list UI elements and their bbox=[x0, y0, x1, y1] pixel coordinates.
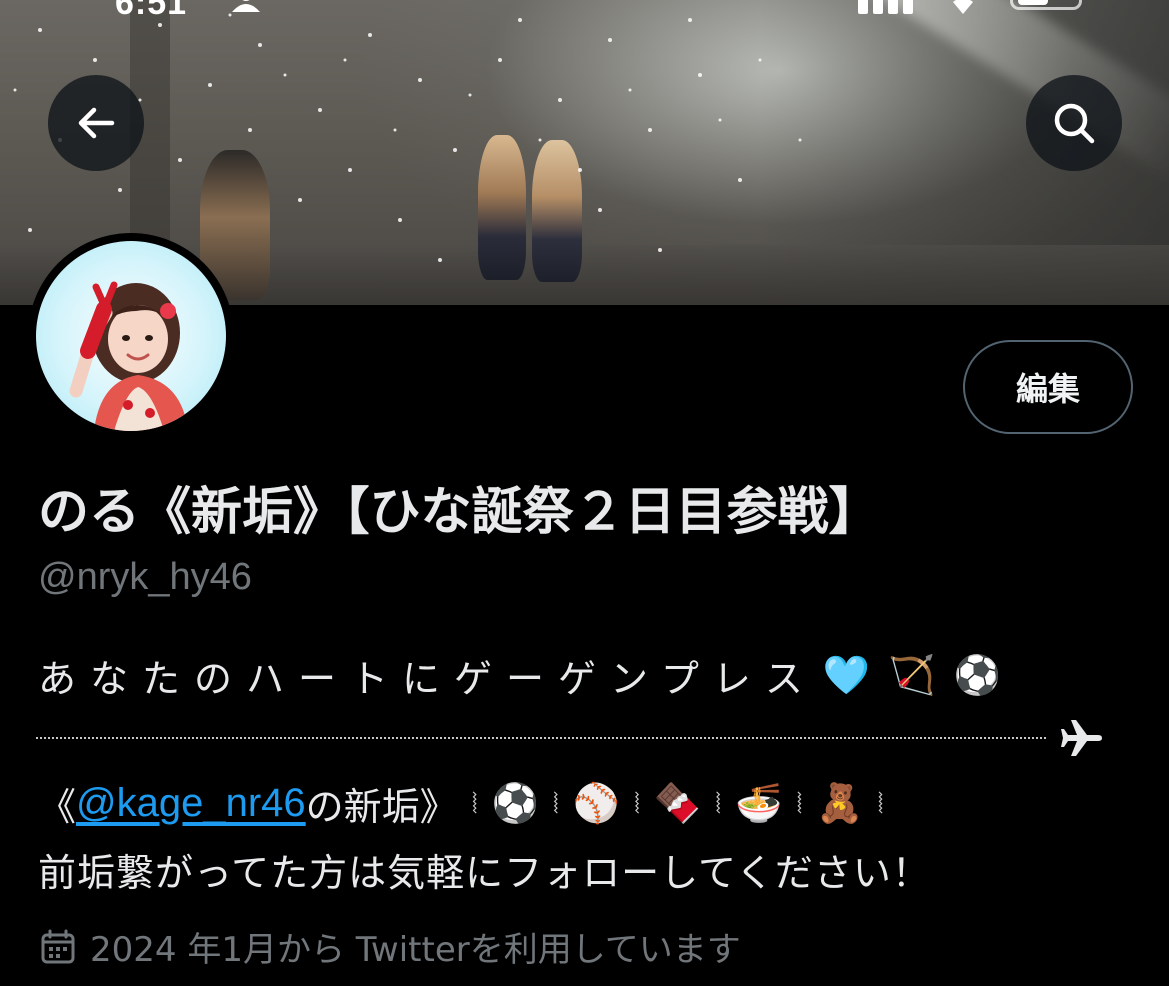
squiggle-divider: ⦚ bbox=[715, 786, 722, 820]
squiggle-divider: ⦚ bbox=[634, 786, 640, 820]
avatar[interactable] bbox=[28, 233, 234, 439]
search-icon bbox=[1054, 103, 1095, 144]
bio-bracket-open: 《 bbox=[38, 785, 77, 829]
squiggle-divider: ⦚ bbox=[552, 786, 559, 820]
user-handle: @nryk_hy46 bbox=[38, 556, 252, 598]
squiggle-divider: ⦚ bbox=[796, 786, 803, 820]
wifi-icon bbox=[953, 0, 973, 14]
edit-profile-button[interactable]: 編集 bbox=[963, 340, 1133, 434]
joined-date: 2024 年1月から Twitterを利用しています bbox=[40, 922, 741, 971]
bio-line2-suffix: の新垢》 bbox=[305, 785, 458, 829]
baseball-icon: ⚾ bbox=[572, 781, 621, 825]
bio-line-2: 《 @kage_nr46 の新垢》 ⦚ ⚽ ⦚ ⚾ ⦚ 🍫 ⦚ 🍜 ⦚ 🧸 ⦚ bbox=[38, 776, 897, 831]
status-bar: 6:51 bbox=[0, 0, 1169, 22]
arrow-left-icon bbox=[78, 107, 115, 139]
profile-screen: 6:51 編集 のる《新垢》【ひな誕祭２日目参戦】 @nryk_hy46 あなた… bbox=[0, 0, 1169, 986]
chocolate-bar-icon: 🍫 bbox=[653, 781, 702, 825]
bio-line-1: あなたのハートにゲーゲンプレス 🩵 🏹 ⚽ bbox=[38, 648, 1019, 703]
ramen-bowl-icon: 🍜 bbox=[735, 781, 783, 825]
light-blue-heart-icon: 🩵 bbox=[822, 653, 871, 697]
search-button[interactable] bbox=[1026, 75, 1122, 171]
mention-link[interactable]: @kage_nr46 bbox=[76, 781, 306, 826]
status-time: 6:51 bbox=[115, 0, 188, 22]
bio-line-3: 前垢繋がってた方は気軽にフォローしてください！ bbox=[38, 851, 931, 895]
display-name: のる《新垢》【ひな誕祭２日目参戦】 bbox=[38, 483, 880, 542]
avatar-image bbox=[36, 241, 226, 431]
calendar-icon bbox=[41, 929, 75, 963]
joined-text: 2024 年1月から Twitterを利用しています bbox=[90, 930, 741, 970]
person-icon bbox=[232, 0, 260, 12]
bow-and-arrow-icon: 🏹 bbox=[888, 653, 936, 697]
airplane-icon bbox=[1061, 720, 1102, 756]
soccer-ball-icon: ⚽ bbox=[491, 781, 539, 825]
squiggle-divider: ⦚ bbox=[471, 786, 478, 820]
squiggle-divider: ⦚ bbox=[877, 786, 884, 820]
bio-text: あなたのハートにゲーゲンプレス bbox=[38, 657, 817, 701]
teddy-bear-icon: 🧸 bbox=[816, 781, 864, 825]
bio-divider bbox=[36, 737, 1046, 739]
signal-icon bbox=[858, 0, 913, 14]
battery-icon bbox=[1010, 0, 1082, 10]
back-button[interactable] bbox=[48, 75, 144, 171]
soccer-ball-icon: ⚽ bbox=[953, 653, 1001, 697]
